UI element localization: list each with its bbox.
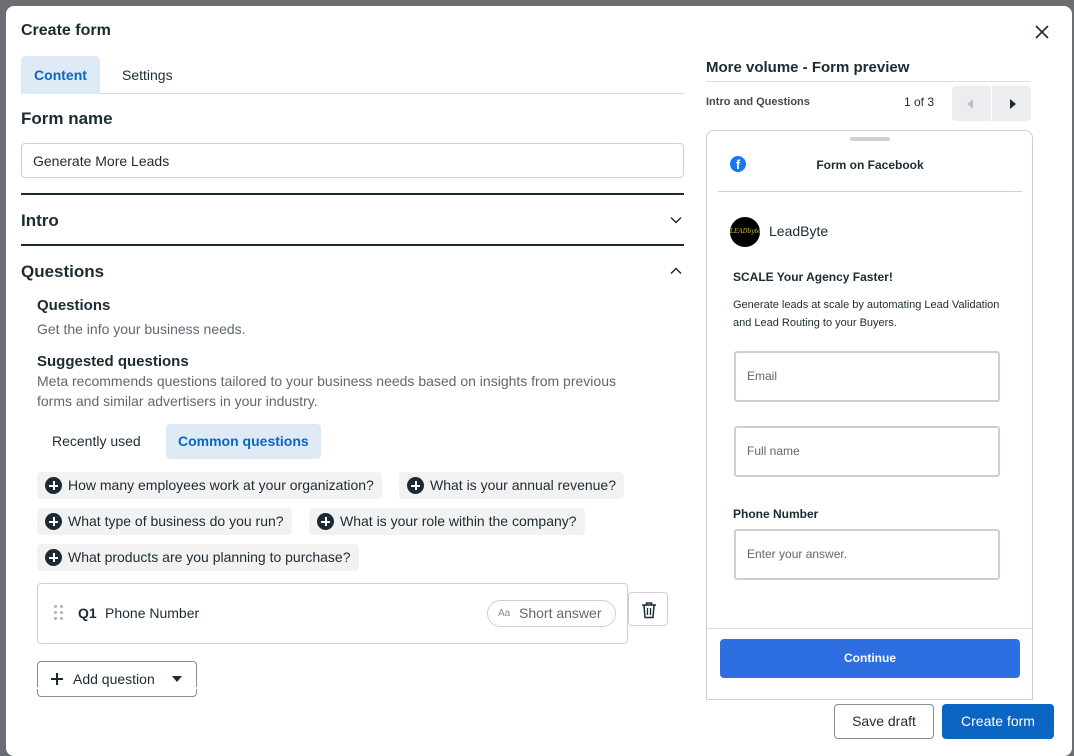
intro-section-header[interactable]: Intro — [21, 211, 59, 231]
tab-recently-used[interactable]: Recently used — [40, 424, 153, 459]
chip-label: What products are you planning to purcha… — [68, 549, 351, 565]
preview-phone-field[interactable]: Enter your answer. — [734, 529, 1000, 580]
drag-handle-icon[interactable] — [54, 605, 64, 621]
question-type-pill[interactable]: Aa Short answer — [487, 600, 616, 627]
preview-next-button[interactable] — [992, 86, 1031, 121]
add-circle-icon — [45, 549, 62, 566]
question-type-label: Short answer — [519, 605, 602, 621]
chip-label: How many employees work at your organiza… — [68, 477, 374, 493]
preview-page-count: 1 of 3 — [904, 95, 935, 109]
question-card[interactable]: Q1 Phone Number Aa Short answer — [37, 583, 628, 644]
add-circle-icon — [45, 477, 62, 494]
preview-step-label: Intro and Questions — [706, 96, 810, 108]
triangle-left-icon — [967, 99, 973, 109]
suggested-questions-description-line-1: Meta recommends questions tailored to yo… — [37, 373, 616, 389]
close-icon — [1035, 25, 1049, 39]
phone-notch — [850, 137, 890, 141]
add-circle-icon — [45, 513, 62, 530]
chip-label: What is your annual revenue? — [430, 477, 616, 493]
suggested-questions-heading: Suggested questions — [37, 353, 189, 370]
save-draft-button[interactable]: Save draft — [834, 704, 934, 739]
suggested-question-chip[interactable]: What type of business do you run? — [37, 508, 292, 535]
section-divider — [21, 244, 684, 246]
section-divider — [21, 193, 684, 195]
add-circle-icon — [317, 513, 334, 530]
preview-title: More volume - Form preview — [706, 59, 910, 76]
preview-phone-label: Phone Number — [733, 507, 819, 521]
preview-email-field[interactable]: Email — [734, 351, 1000, 402]
tab-content[interactable]: Content — [21, 56, 100, 94]
text-type-icon: Aa — [498, 608, 511, 619]
preview-description: Generate leads at scale by automating Le… — [733, 299, 1000, 329]
preview-continue-button[interactable]: Continue — [720, 639, 1020, 678]
brand-avatar: LEADbyte — [730, 217, 760, 247]
form-preview-phone: f Form on Facebook LEADbyte LeadByte SCA… — [706, 130, 1033, 700]
suggested-question-chip[interactable]: What is your annual revenue? — [399, 472, 624, 499]
close-button[interactable] — [1032, 22, 1052, 42]
form-name-heading: Form name — [21, 109, 113, 128]
create-form-modal: Create form Content Settings Form name I… — [6, 6, 1072, 756]
caret-down-icon — [172, 676, 182, 682]
preview-headline: SCALE Your Agency Faster! — [733, 270, 893, 284]
chip-label: What type of business do you run? — [68, 513, 284, 529]
question-number: Q1 — [78, 605, 97, 621]
scroll-edge — [6, 687, 696, 689]
questions-description: Get the info your business needs. — [37, 321, 246, 337]
trash-icon — [642, 602, 656, 619]
preview-prev-button[interactable] — [952, 86, 991, 121]
preview-divider — [706, 81, 1031, 82]
questions-subheading: Questions — [37, 297, 111, 314]
suggested-question-chip[interactable]: What is your role within the company? — [309, 508, 585, 535]
brand-name: LeadByte — [769, 223, 829, 239]
editor-tabs: Content Settings — [21, 56, 684, 94]
chip-label: What is your role within the company? — [340, 513, 577, 529]
tab-settings[interactable]: Settings — [110, 56, 185, 94]
preview-fullname-field[interactable]: Full name — [734, 426, 1000, 477]
create-form-button[interactable]: Create form — [942, 704, 1054, 739]
suggested-questions-description-line-2: forms and similar advertisers in your in… — [37, 393, 318, 409]
preview-platform-title: Form on Facebook — [816, 158, 924, 172]
question-label: Phone Number — [105, 605, 200, 621]
questions-section-header[interactable]: Questions — [21, 262, 104, 282]
modal-title: Create form — [21, 22, 111, 39]
add-circle-icon — [407, 477, 424, 494]
chevron-down-icon[interactable] — [669, 213, 683, 227]
preview-footer-divider — [707, 628, 1032, 629]
form-name-input[interactable] — [21, 143, 684, 178]
chevron-up-icon[interactable] — [669, 264, 683, 278]
tab-common-questions[interactable]: Common questions — [166, 424, 321, 459]
delete-question-button[interactable] — [628, 592, 668, 626]
triangle-right-icon — [1010, 99, 1016, 109]
suggested-question-chip[interactable]: What products are you planning to purcha… — [37, 544, 359, 571]
suggested-question-chip[interactable]: How many employees work at your organiza… — [37, 472, 382, 499]
add-question-label: Add question — [73, 671, 155, 687]
add-question-button[interactable]: Add question — [37, 661, 197, 697]
plus-icon — [51, 673, 63, 685]
preview-header-divider — [718, 191, 1022, 192]
